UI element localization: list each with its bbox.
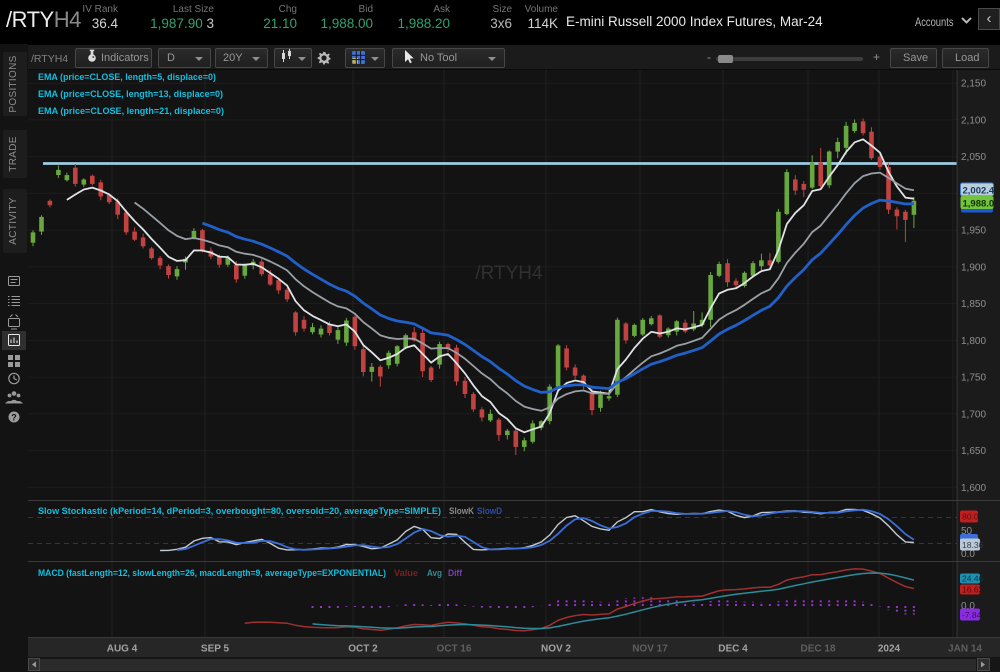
svg-text:OCT 16: OCT 16 — [436, 644, 471, 655]
svg-text:-7.84: -7.84 — [962, 610, 982, 620]
svg-text:2,002.4: 2,002.4 — [963, 186, 995, 197]
svg-text:TRADE: TRADE — [8, 136, 19, 171]
svg-text:0.0: 0.0 — [961, 549, 975, 560]
svg-text:JAN 14: JAN 14 — [948, 644, 982, 655]
svg-text:1,700: 1,700 — [961, 409, 986, 420]
svg-text:OCT 2: OCT 2 — [348, 644, 378, 655]
svg-text:18.36: 18.36 — [962, 540, 984, 550]
svg-text:1,750: 1,750 — [961, 373, 986, 384]
svg-text:SlowD: SlowD — [477, 506, 502, 517]
svg-text:?: ? — [11, 413, 17, 423]
svg-text:1,650: 1,650 — [961, 446, 986, 457]
svg-text:24.46: 24.46 — [962, 574, 984, 584]
svg-text:SlowK: SlowK — [449, 506, 474, 517]
svg-text:Slow Stochastic (kPeriod=14, d: Slow Stochastic (kPeriod=14, dPeriod=3, … — [38, 506, 441, 517]
svg-text:2,050: 2,050 — [961, 152, 986, 163]
svg-text:2,150: 2,150 — [961, 79, 986, 90]
svg-text:EMA (price=CLOSE, length=5, di: EMA (price=CLOSE, length=5, displace=0) — [38, 72, 216, 83]
svg-text:1,850: 1,850 — [961, 299, 986, 310]
svg-text:2,100: 2,100 — [961, 115, 986, 126]
svg-text:DEC 4: DEC 4 — [718, 644, 748, 655]
svg-text:AUG 4: AUG 4 — [107, 644, 138, 655]
svg-text:1,800: 1,800 — [961, 336, 986, 347]
svg-text:1,950: 1,950 — [961, 226, 986, 237]
svg-text:Avg: Avg — [427, 568, 442, 579]
svg-text:16.62: 16.62 — [962, 585, 984, 595]
svg-text:NOV 17: NOV 17 — [632, 644, 668, 655]
svg-text:Diff: Diff — [448, 568, 463, 579]
svg-text:2024: 2024 — [878, 644, 901, 655]
svg-text:/RTYH4: /RTYH4 — [475, 263, 543, 284]
svg-text:Value: Value — [394, 568, 418, 579]
svg-text:1,988.0: 1,988.0 — [963, 199, 995, 210]
svg-text:MACD (fastLength=12, slowLengt: MACD (fastLength=12, slowLength=26, macd… — [38, 568, 386, 579]
svg-text:ACTIVITY: ACTIVITY — [8, 197, 19, 244]
svg-text:SEP 5: SEP 5 — [201, 644, 230, 655]
svg-text:1,900: 1,900 — [961, 262, 986, 273]
svg-text:NOV 2: NOV 2 — [541, 644, 571, 655]
svg-text:EMA (price=CLOSE, length=13, d: EMA (price=CLOSE, length=13, displace=0) — [38, 89, 223, 100]
svg-text:POSITIONS: POSITIONS — [8, 55, 19, 112]
svg-text:EMA (price=CLOSE, length=21, d: EMA (price=CLOSE, length=21, displace=0) — [38, 106, 224, 117]
svg-text:1,600: 1,600 — [961, 483, 986, 494]
svg-text:80.0: 80.0 — [962, 512, 979, 522]
svg-text:DEC 18: DEC 18 — [800, 644, 835, 655]
